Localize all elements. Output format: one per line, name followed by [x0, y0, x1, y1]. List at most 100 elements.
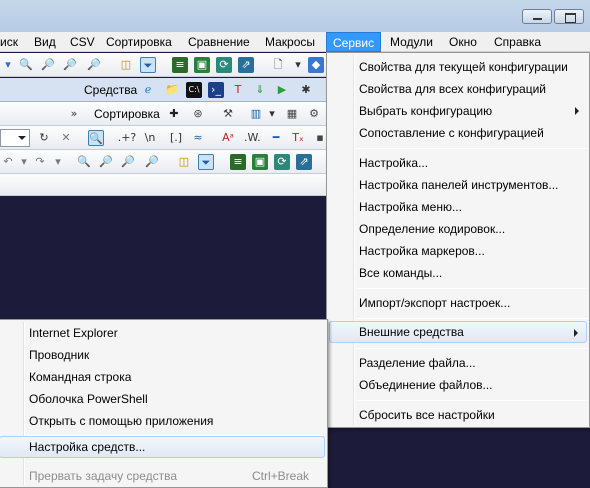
add-column-icon[interactable]: ✚ [166, 106, 182, 122]
view-split-icon[interactable]: ▣ [194, 57, 210, 73]
hammer-icon[interactable]: T [230, 82, 246, 98]
undo-icon[interactable]: ↶ [0, 154, 16, 170]
find-prev-icon[interactable]: 🔎 [120, 154, 136, 170]
menu-item-split-file[interactable]: Разделение файла... [329, 352, 587, 374]
submenu-item-internet-explorer[interactable]: Internet Explorer [0, 322, 325, 344]
find-next-icon[interactable]: 🔎 [40, 57, 56, 73]
menu-item-encoding-detection[interactable]: Определение кодировок... [329, 218, 587, 240]
chevron-down-icon[interactable]: ▾ [50, 154, 66, 170]
view-lines-icon[interactable]: ≡ [172, 57, 188, 73]
regex-icon[interactable]: .+? [116, 130, 138, 146]
toolbar-empty [0, 174, 326, 196]
menu-view[interactable]: Вид [28, 32, 62, 52]
menu-window[interactable]: Окно [443, 32, 483, 52]
menu-item-external-tools[interactable]: Внешние средства [329, 321, 587, 343]
menu-compare[interactable]: Сравнение [182, 32, 256, 52]
menu-item-current-config-props[interactable]: Свойства для текущей конфигурации [329, 56, 587, 78]
menu-sort[interactable]: Сортировка [100, 32, 178, 52]
dropdown-arrow-icon[interactable]: ▾ [0, 57, 16, 73]
powershell-icon[interactable]: ›_ [208, 82, 224, 98]
chevron-down-icon[interactable]: ▾ [290, 57, 306, 73]
title-bar [0, 0, 590, 32]
settings-icon[interactable]: ⚙ [306, 106, 322, 122]
submenu-item-explorer[interactable]: Проводник [0, 344, 325, 366]
tools-icon[interactable]: ⚒ [220, 106, 236, 122]
menu-item-choose-config[interactable]: Выбрать конфигурацию [329, 100, 587, 122]
match-case-icon[interactable]: ↻ [36, 130, 52, 146]
run-icon[interactable]: ▶ [274, 82, 290, 98]
find-combo[interactable] [0, 129, 30, 147]
more-icon[interactable]: » [66, 106, 82, 122]
magnifier-icon[interactable]: 🔍 [88, 130, 104, 146]
menu-separator [357, 400, 587, 401]
columns-icon[interactable]: ▥ [248, 106, 264, 122]
menu-item-all-config-props[interactable]: Свойства для всех конфигураций [329, 78, 587, 100]
menu-item-settings[interactable]: Настройка... [329, 152, 587, 174]
menu-bar: иск Вид CSV Сортировка Сравнение Макросы… [0, 32, 590, 52]
grid-icon[interactable]: ▦ [284, 106, 300, 122]
whitespace-icon[interactable]: .W. [244, 130, 261, 146]
filter-icon[interactable]: ⏷ [140, 57, 156, 73]
chevron-down-icon[interactable]: ▾ [264, 106, 280, 122]
menu-item-marker-settings[interactable]: Настройка маркеров... [329, 240, 587, 262]
export-view-icon[interactable]: ⇗ [296, 154, 312, 170]
submenu-item-command-prompt[interactable]: Командная строка [0, 366, 325, 388]
minimize-button[interactable] [522, 9, 552, 24]
menu-search[interactable]: иск [0, 32, 24, 52]
magnifier-icon[interactable]: 🔍 [18, 57, 34, 73]
menu-item-reset-settings[interactable]: Сбросить все настройки [329, 404, 587, 426]
sort-down-icon[interactable]: ⇓ [252, 82, 268, 98]
find-prev-icon[interactable]: 🔎 [62, 57, 78, 73]
menu-item-menu-settings[interactable]: Настройка меню... [329, 196, 587, 218]
submenu-item-tool-settings[interactable]: Настройка средств... [0, 436, 325, 458]
font-a-icon[interactable]: Aᵃ [220, 130, 236, 146]
document-icon[interactable]: 🗋 [270, 57, 286, 73]
menu-item-map-config[interactable]: Сопоставление с конфигурацией [329, 122, 587, 144]
toolbar-edit: ↶ ▾ ↷ ▾ 🔍 🔎 🔎 🔎 ◫ ⏷ ≡ ▣ ⟳ ⇗ [0, 150, 326, 174]
menu-service[interactable]: Сервис [326, 32, 382, 52]
internet-explorer-icon[interactable]: ℯ [140, 82, 156, 98]
approx-icon[interactable]: ≈ [190, 130, 206, 146]
bookmark-search-icon[interactable]: ◫ [118, 57, 134, 73]
submenu-arrow-icon [575, 107, 579, 115]
refresh-view-icon[interactable]: ⟳ [274, 154, 290, 170]
refresh-view-icon[interactable]: ⟳ [216, 57, 232, 73]
find-all-icon[interactable]: 🔎 [144, 154, 160, 170]
chevron-down-icon[interactable]: ▾ [16, 154, 32, 170]
menu-separator [357, 148, 587, 149]
folder-up-icon[interactable]: 📁 [164, 82, 180, 98]
minus-icon[interactable]: ━ [268, 130, 284, 146]
view-lines-icon[interactable]: ≡ [230, 154, 246, 170]
bug-icon[interactable]: ✱ [298, 82, 314, 98]
clock-icon[interactable]: ⊛ [190, 106, 206, 122]
redo-icon[interactable]: ↷ [32, 154, 48, 170]
menu-csv[interactable]: CSV [64, 32, 101, 52]
magnifier-icon[interactable]: 🔍 [76, 154, 92, 170]
submenu-item-abort-tool: Прервать задачу средства Ctrl+Break [0, 465, 325, 487]
menu-modules[interactable]: Модули [384, 32, 439, 52]
maximize-button[interactable] [554, 9, 584, 24]
toolbar-search: ▾ 🔍 🔎 🔎 🔎 ◫ ⏷ ≡ ▣ ⟳ ⇗ 🗋 ▾ ◆ [0, 53, 326, 77]
brackets-icon[interactable]: [.] [166, 130, 186, 146]
view-split-icon[interactable]: ▣ [252, 154, 268, 170]
newline-icon[interactable]: \n [142, 130, 158, 146]
menu-item-toolbar-settings[interactable]: Настройка панелей инструментов... [329, 174, 587, 196]
menu-item-merge-files[interactable]: Объединение файлов... [329, 374, 587, 396]
menu-macros[interactable]: Макросы [259, 32, 321, 52]
find-all-icon[interactable]: 🔎 [86, 57, 102, 73]
menu-item-import-export[interactable]: Импорт/экспорт настроек... [329, 292, 587, 314]
menu-help[interactable]: Справка [488, 32, 547, 52]
export-view-icon[interactable]: ⇗ [238, 57, 254, 73]
menu-item-all-commands[interactable]: Все команды... [329, 262, 587, 284]
find-next-icon[interactable]: 🔎 [98, 154, 114, 170]
close-icon[interactable]: ✕ [58, 130, 74, 146]
bookmark-search-icon[interactable]: ◫ [176, 154, 192, 170]
command-prompt-icon[interactable]: C:\ [186, 82, 202, 98]
filter-icon[interactable]: ⏷ [198, 154, 214, 170]
service-menu: Свойства для текущей конфигурации Свойст… [326, 52, 590, 428]
menu-separator [357, 318, 587, 319]
submenu-item-powershell[interactable]: Оболочка PowerShell [0, 388, 325, 410]
plugin-icon[interactable]: ◆ [308, 57, 324, 73]
submenu-item-open-with[interactable]: Открыть с помощью приложения [0, 410, 325, 432]
clear-format-icon[interactable]: Tₓ [290, 130, 306, 146]
